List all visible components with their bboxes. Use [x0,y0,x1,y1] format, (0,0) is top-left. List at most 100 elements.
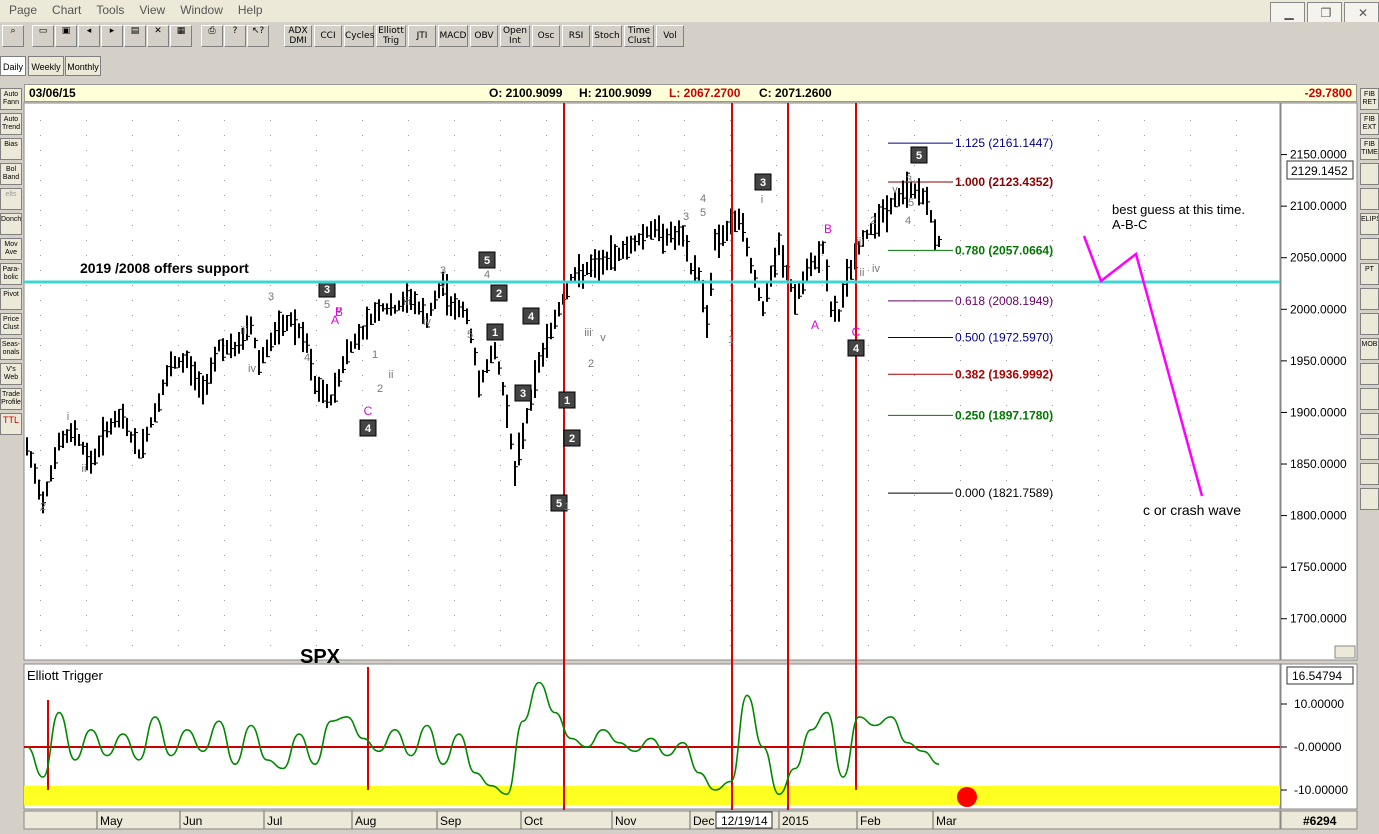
grid-dot [730,465,731,466]
wave-label: 2 [377,383,383,395]
chart-area[interactable]: 1.125 (2161.1447) 1.000 (2123.4352) 0.780 … [0,0,1379,834]
grid-dot [500,615,501,616]
grid-dot [362,450,363,451]
grid-dot [822,330,823,331]
grid-dot [316,555,317,556]
wave-label: 5 [700,207,706,219]
grid-dot [914,570,915,571]
grid-dot [1098,120,1099,121]
grid-dot [1236,150,1237,151]
grid-dot [914,270,915,271]
grid-dot [270,225,271,226]
grid-dot [224,435,225,436]
grid-dot [822,630,823,631]
grid-dot [40,420,41,421]
grid-dot [178,330,179,331]
price-tick-label: 2100.0000 [1290,199,1347,213]
grid-dot [500,210,501,211]
wave-box-label: 3 [520,388,526,400]
grid-dot [224,480,225,481]
grid-dot [500,585,501,586]
price-tick-label: 1750.0000 [1290,560,1347,574]
grid-dot [178,510,179,511]
grid-dot [730,525,731,526]
grid-dot [178,225,179,226]
grid-dot [868,165,869,166]
grid-dot [1236,375,1237,376]
grid-dot [638,510,639,511]
grid-dot [822,270,823,271]
wave-box-label: 1 [492,327,498,339]
grid-dot [454,120,455,121]
price-tick-label: 1950.0000 [1290,354,1347,368]
grid-dot [1098,600,1099,601]
wave-label: 4 [905,215,911,227]
fib-label: 0.000 (1821.7589) [955,486,1053,500]
wave-label: 4 [304,352,310,364]
grid-dot [1006,465,1007,466]
wave-label: 3 [906,174,912,186]
grid-dot [1098,255,1099,256]
grid-dot [1236,120,1237,121]
grid-dot [730,285,731,286]
grid-dot [822,135,823,136]
wave-box-label: 2 [569,433,575,445]
grid-dot [270,405,271,406]
grid-dot [178,615,179,616]
grid-dot [1190,150,1191,151]
grid-dot [1144,630,1145,631]
grid-dot [132,180,133,181]
grid-dot [224,585,225,586]
grid-dot [178,180,179,181]
wave-label: ii [860,267,865,279]
wave-label: v [600,332,606,344]
grid-dot [546,150,547,151]
price-panel [23,102,1281,661]
grid-dot [776,285,777,286]
grid-dot [86,195,87,196]
grid-dot [1006,240,1007,241]
grid-dot [868,210,869,211]
grid-dot [868,270,869,271]
wave-box-label: 1 [564,395,570,407]
grid-dot [1236,600,1237,601]
month-label: 2015 [782,814,809,828]
grid-dot [1190,195,1191,196]
grid-dot [408,630,409,631]
grid-dot [270,450,271,451]
grid-dot [454,180,455,181]
grid-dot [178,585,179,586]
grid-dot [316,480,317,481]
grid-dot [822,390,823,391]
grid-dot [638,525,639,526]
grid-dot [1006,510,1007,511]
grid-dot [546,495,547,496]
grid-dot [132,225,133,226]
grid-dot [40,570,41,571]
grid-dot [1190,540,1191,541]
grid-dot [684,465,685,466]
grid-dot [730,510,731,511]
grid-dot [40,120,41,121]
grid-dot [776,390,777,391]
grid-dot [500,120,501,121]
grid-dot [1052,195,1053,196]
grid-dot [40,450,41,451]
grid-dot [40,525,41,526]
grid-dot [1006,315,1007,316]
grid-dot [868,300,869,301]
grid-dot [1190,495,1191,496]
zoom-icon[interactable] [1334,645,1356,659]
grid-dot [638,435,639,436]
trigger-tick-label: 10.00000 [1294,697,1344,711]
grid-dot [1006,570,1007,571]
grid-dot [960,630,961,631]
grid-dot [730,405,731,406]
grid-dot [408,180,409,181]
grid-dot [316,315,317,316]
grid-dot [684,255,685,256]
grid-dot [1236,555,1237,556]
grid-dot [1190,315,1191,316]
grid-dot [914,420,915,421]
grid-dot [1098,645,1099,646]
